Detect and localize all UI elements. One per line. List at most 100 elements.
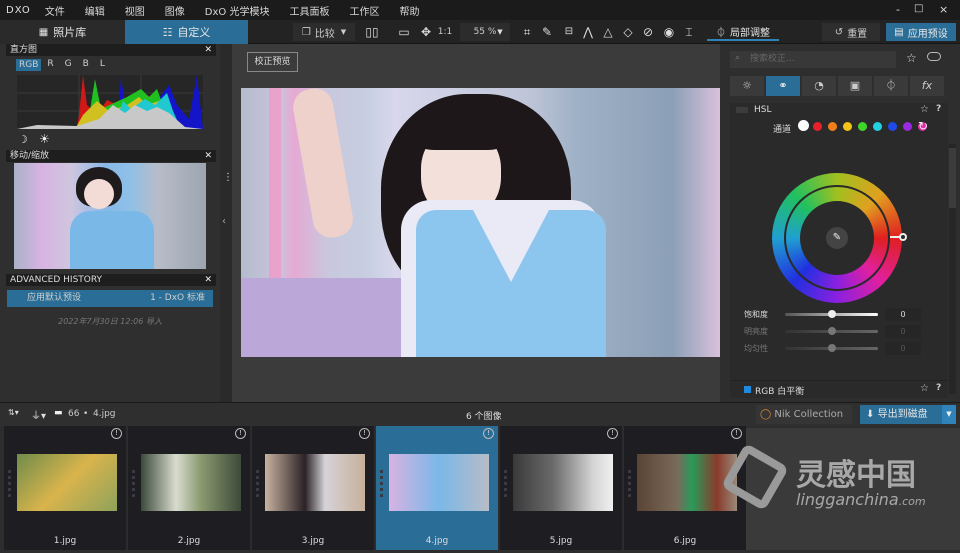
- tab-photolibrary-label: 照片库: [53, 26, 87, 39]
- local-adjust-button[interactable]: ⏀ 局部调整: [707, 23, 779, 41]
- right-scrollbar[interactable]: [949, 144, 956, 394]
- fit-screen-icon[interactable]: ▭: [396, 24, 412, 40]
- reset-channel-icon[interactable]: ↻: [918, 119, 928, 133]
- left-splitter[interactable]: ⋮ ‹: [220, 44, 233, 402]
- history-entry[interactable]: 应用默认预设 1 - DxO 标准: [7, 290, 213, 307]
- moire-icon[interactable]: ⌶: [681, 24, 697, 40]
- main-photo[interactable]: [241, 88, 720, 357]
- maximize-button[interactable]: □: [914, 3, 923, 14]
- channel-g[interactable]: G: [65, 59, 72, 71]
- help-icon[interactable]: ?: [936, 383, 941, 393]
- channel-swatch-all[interactable]: [798, 120, 809, 131]
- channel-swatch-purple[interactable]: [903, 122, 912, 131]
- tab-customize[interactable]: ☷ 自定义: [125, 20, 248, 44]
- collapse-left-icon[interactable]: ‹: [222, 216, 226, 227]
- apply-preset-button[interactable]: ▤ 应用预设: [886, 23, 956, 41]
- channel-swatch-cyan[interactable]: [873, 122, 882, 131]
- menu-help[interactable]: 帮助: [399, 3, 419, 18]
- rating-dots[interactable]: [504, 470, 507, 500]
- slider-knob[interactable]: [827, 344, 836, 352]
- red-eye-icon[interactable]: ◉: [661, 24, 677, 40]
- perspective-icon[interactable]: ⋀: [580, 24, 596, 40]
- export-to-disk-button[interactable]: ⬇ 导出到磁盘: [860, 405, 942, 424]
- channel-swatch-orange[interactable]: [828, 122, 837, 131]
- hue-handle[interactable]: [899, 233, 907, 241]
- eyedropper-icon[interactable]: ✎: [826, 227, 848, 249]
- slider-value[interactable]: 0: [885, 308, 921, 321]
- tab-color[interactable]: ⚭: [766, 76, 800, 96]
- perspective-quad-icon[interactable]: ◇: [620, 24, 636, 40]
- channel-r[interactable]: R: [47, 59, 53, 71]
- filmstrip-item[interactable]: ! 2.jpg: [128, 426, 251, 550]
- slider-value[interactable]: 0: [885, 325, 921, 338]
- rating-dots[interactable]: [256, 470, 259, 500]
- repair-icon[interactable]: ⊘: [640, 24, 656, 40]
- filmstrip-item[interactable]: ! 5.jpg: [500, 426, 623, 550]
- rgb-wb-enable-toggle[interactable]: [744, 386, 751, 393]
- menu-image[interactable]: 图像: [165, 3, 185, 18]
- rating-dots[interactable]: [380, 470, 383, 500]
- search-corrections-input[interactable]: 搜索校正...: [730, 51, 896, 68]
- channel-swatch-green[interactable]: [858, 122, 867, 131]
- tab-light[interactable]: ☼: [730, 76, 764, 96]
- eyedropper-icon[interactable]: ✎: [539, 24, 555, 40]
- close-icon[interactable]: ✕: [204, 274, 212, 286]
- hsl-enable-toggle[interactable]: [736, 107, 748, 113]
- help-icon[interactable]: ?: [936, 104, 941, 114]
- tab-photolibrary[interactable]: ▦ 照片库: [0, 20, 125, 44]
- reset-button[interactable]: ↺ 重置: [822, 23, 880, 41]
- channel-l[interactable]: L: [100, 59, 105, 71]
- menu-optics-modules[interactable]: DxO 光学模块: [205, 3, 270, 18]
- tab-effects[interactable]: fx: [910, 76, 944, 96]
- export-dropdown-icon[interactable]: ▼: [942, 405, 956, 424]
- channel-swatch-yellow[interactable]: [843, 122, 852, 131]
- move-icon[interactable]: ✥: [418, 24, 434, 40]
- right-scrollbar-thumb[interactable]: [949, 148, 956, 208]
- perspective-rect-icon[interactable]: △: [600, 24, 616, 40]
- channel-rgb[interactable]: RGB: [16, 59, 42, 71]
- menu-edit[interactable]: 编辑: [85, 3, 105, 18]
- rating-dots[interactable]: [8, 470, 11, 500]
- navigator-thumbnail[interactable]: [14, 163, 206, 269]
- star-icon[interactable]: ☆: [920, 383, 929, 394]
- split-view-icon[interactable]: ▯▯: [364, 24, 380, 40]
- minimize-button[interactable]: -: [896, 3, 900, 16]
- rating-dots[interactable]: [132, 470, 135, 500]
- nik-collection-button[interactable]: ◯ Nik Collection: [756, 405, 852, 424]
- sort-icon[interactable]: ⇅▾: [8, 408, 19, 417]
- slider-knob[interactable]: [827, 327, 836, 335]
- rating-dots[interactable]: [628, 470, 631, 500]
- channel-b[interactable]: B: [83, 59, 89, 71]
- channel-swatch-blue[interactable]: [888, 122, 897, 131]
- filmstrip-item[interactable]: ! 1.jpg: [4, 426, 127, 550]
- filter-icon[interactable]: ⏚▾: [31, 407, 46, 422]
- thumbnail-image: [637, 454, 737, 511]
- filmstrip-item[interactable]: ! 4.jpg: [376, 426, 499, 550]
- correction-preview-button[interactable]: 校正预览: [247, 52, 298, 72]
- tab-detail[interactable]: ◔: [802, 76, 836, 96]
- menu-view[interactable]: 视图: [125, 3, 145, 18]
- horizon-icon[interactable]: ⊟: [561, 24, 577, 40]
- close-button[interactable]: ×: [939, 3, 948, 16]
- tab-geometry[interactable]: ▣: [838, 76, 872, 96]
- channel-swatch-red[interactable]: [813, 122, 822, 131]
- toggle-icon[interactable]: [927, 52, 941, 61]
- zoom-1to1-button[interactable]: 1:1: [436, 23, 454, 41]
- menu-tool-palettes[interactable]: 工具面板: [289, 3, 329, 18]
- compare-button[interactable]: ❐ 比较 ▼: [293, 23, 355, 41]
- color-wheel[interactable]: ✎: [772, 173, 907, 303]
- slider-knob[interactable]: [827, 310, 836, 318]
- crop-icon[interactable]: ⌗: [519, 24, 535, 40]
- zoom-dropdown-icon[interactable]: ▼: [492, 24, 508, 40]
- tab-local[interactable]: ⏀: [874, 76, 908, 96]
- slider-value[interactable]: 0: [885, 342, 921, 355]
- menu-workspace[interactable]: 工作区: [349, 3, 379, 18]
- close-icon[interactable]: ✕: [204, 150, 212, 162]
- menu-file[interactable]: 文件: [45, 3, 65, 18]
- sun-icon[interactable]: ☀: [39, 132, 50, 146]
- star-icon[interactable]: ☆: [920, 104, 929, 115]
- filmstrip-item[interactable]: ! 3.jpg: [252, 426, 375, 550]
- moon-icon[interactable]: ☽: [18, 133, 28, 146]
- star-icon[interactable]: ☆: [906, 51, 917, 65]
- close-icon[interactable]: ✕: [204, 44, 212, 56]
